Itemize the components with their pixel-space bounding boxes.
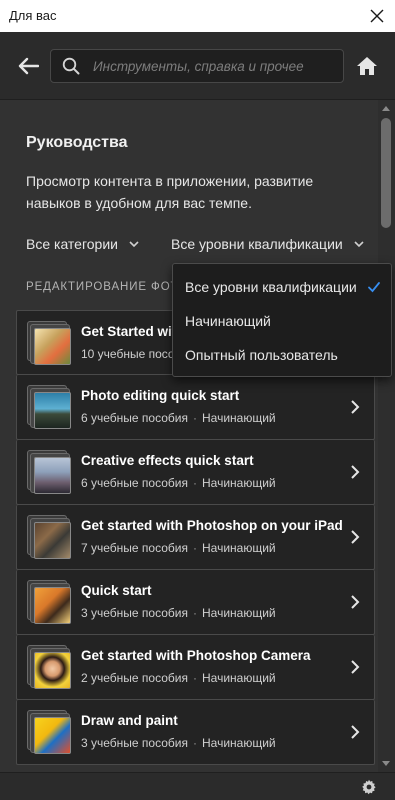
scroll-down-arrow-icon[interactable]: [382, 761, 390, 766]
dropdown-option-label: Все уровни квалификации: [185, 279, 357, 295]
gear-icon[interactable]: [361, 779, 377, 795]
window-title: Для вас: [9, 8, 57, 23]
tutorial-card[interactable]: Get started with Photoshop Camera 2 учеб…: [16, 635, 375, 700]
card-count: 6 учебные пособия: [81, 411, 188, 425]
arrow-left-icon: [18, 57, 39, 75]
card-level: Начинающий: [202, 541, 276, 555]
search-icon: [62, 57, 80, 75]
card-meta: 3 учебные пособия · Начинающий: [81, 606, 276, 620]
tutorial-card[interactable]: Photo editing quick start 6 учебные посо…: [16, 375, 375, 440]
level-dropdown-menu: Все уровни квалификации Начинающий Опытн…: [172, 263, 392, 377]
back-button[interactable]: [14, 53, 42, 79]
dropdown-option-experienced[interactable]: Опытный пользователь: [173, 338, 391, 372]
close-icon: [370, 9, 384, 23]
tutorial-card[interactable]: Quick start 3 учебные пособия · Начинающий: [16, 570, 375, 635]
category-filter-label: Все категории: [26, 236, 118, 252]
chevron-down-icon: [354, 241, 364, 248]
card-meta: 6 учебные пособия · Начинающий: [81, 411, 276, 425]
tutorial-thumbnail: [27, 321, 73, 367]
tutorial-card[interactable]: Creative effects quick start 6 учебные п…: [16, 440, 375, 505]
vertical-scrollbar[interactable]: [378, 100, 395, 772]
card-title: Get Started with: [81, 324, 185, 339]
card-count: 2 учебные пособия: [81, 671, 188, 685]
card-title: Get started with Photoshop Camera: [81, 648, 311, 663]
chevron-right-icon: [351, 660, 360, 674]
card-meta: 2 учебные пособия · Начинающий: [81, 671, 276, 685]
tutorial-thumbnail: [27, 645, 73, 691]
card-level: Начинающий: [202, 606, 276, 620]
card-meta: 7 учебные пособия · Начинающий: [81, 541, 276, 555]
tutorial-thumbnail: [27, 580, 73, 626]
tutorial-card[interactable]: Get started with Photoshop on your iPad …: [16, 505, 375, 570]
tutorial-thumbnail: [27, 385, 73, 431]
chevron-down-icon: [129, 241, 139, 248]
level-filter-label: Все уровни квалификации: [171, 236, 343, 252]
tutorial-thumbnail: [27, 515, 73, 561]
card-count: 3 учебные пособия: [81, 606, 188, 620]
card-count: 6 учебные пособия: [81, 476, 188, 490]
dropdown-option-label: Начинающий: [185, 313, 271, 329]
top-bar: [0, 32, 395, 100]
tutorial-thumbnail: [27, 450, 73, 496]
tutorial-thumbnail: [27, 710, 73, 756]
card-title: Creative effects quick start: [81, 453, 254, 468]
title-bar: Для вас: [0, 0, 395, 32]
checkmark-icon: [368, 282, 380, 293]
section-title: Руководства: [26, 134, 128, 151]
footer-bar: [0, 772, 395, 800]
card-level: Начинающий: [202, 671, 276, 685]
section-description: Просмотр контента в приложении, развитие…: [26, 173, 314, 211]
chevron-right-icon: [351, 400, 360, 414]
chevron-right-icon: [351, 465, 360, 479]
tutorial-card[interactable]: Draw and paint 3 учебные пособия · Начинаю…: [16, 700, 375, 765]
search-input[interactable]: [93, 50, 338, 82]
dropdown-option-label: Опытный пользователь: [185, 347, 338, 363]
home-icon: [357, 57, 377, 75]
scroll-thumb[interactable]: [381, 118, 391, 228]
dropdown-option-all-levels[interactable]: Все уровни квалификации: [173, 270, 391, 304]
card-count: 7 учебные пособия: [81, 541, 188, 555]
card-title: Photo editing quick start: [81, 388, 240, 403]
card-meta: 3 учебные пособия · Начинающий: [81, 736, 276, 750]
home-button[interactable]: [354, 53, 380, 79]
card-level: Начинающий: [202, 476, 276, 490]
level-filter[interactable]: Все уровни квалификации: [171, 236, 365, 252]
card-meta: 6 учебные пособия · Начинающий: [81, 476, 276, 490]
content-panel: Руководства Просмотр контента в приложен…: [0, 100, 378, 772]
category-filter[interactable]: Все категории: [26, 236, 140, 252]
card-title: Quick start: [81, 583, 152, 598]
card-level: Начинающий: [202, 411, 276, 425]
scroll-up-arrow-icon[interactable]: [382, 106, 390, 111]
chevron-right-icon: [351, 530, 360, 544]
category-heading: РЕДАКТИРОВАНИЕ ФОТО: [26, 281, 176, 293]
chevron-right-icon: [351, 595, 360, 609]
search-box[interactable]: [50, 49, 344, 83]
chevron-right-icon: [351, 725, 360, 739]
tutorial-list: Get Started with 10 учебные пособия Phot…: [16, 310, 375, 765]
card-title: Get started with Photoshop on your iPad: [81, 518, 343, 533]
close-button[interactable]: [363, 2, 391, 30]
dropdown-option-beginner[interactable]: Начинающий: [173, 304, 391, 338]
card-count: 3 учебные пособия: [81, 736, 188, 750]
card-level: Начинающий: [202, 736, 276, 750]
card-title: Draw and paint: [81, 713, 178, 728]
